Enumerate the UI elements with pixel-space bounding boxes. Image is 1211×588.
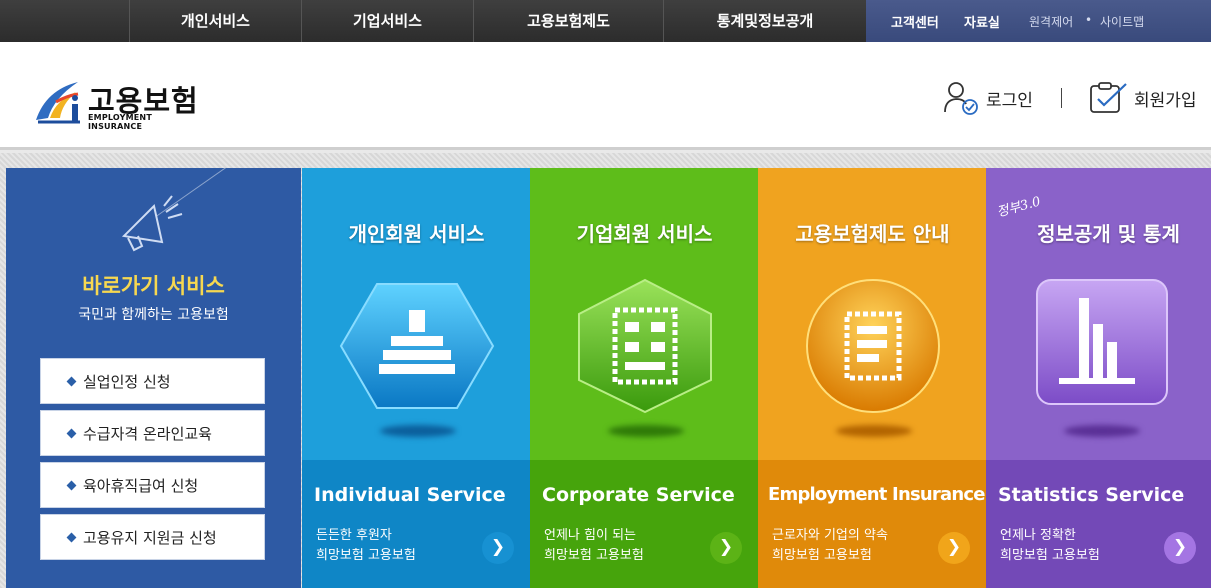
parental-leave-button[interactable]: 육아휴직급여 신청	[40, 462, 265, 508]
online-education-button[interactable]: 수급자격 온라인교육	[40, 410, 265, 456]
bar-chart-icon	[1035, 279, 1168, 405]
top-navigation: 개인서비스 기업서비스 고용보험제도 통계및정보공개 고객센터 자료실 원격제어…	[0, 0, 1211, 42]
panel-desc-line2: 희망보험 고용보험	[316, 548, 416, 563]
panel-arrow-button[interactable]: ❯	[938, 532, 970, 564]
panel-arrow-button[interactable]: ❯	[710, 532, 742, 564]
panel-desc-line1: 든든한 후원자	[316, 528, 392, 543]
panel-footer: Corporate Service 언제나 힘이 되는 희망보험 고용보험 ❯	[530, 460, 759, 588]
panel-english-title: Employment Insurance	[768, 484, 985, 505]
quick-service-panel: 바로가기 서비스 국민과 함께하는 고용보험 실업인정 신청 수급자격 온라인교…	[6, 168, 301, 588]
logo[interactable]: 고용보험 EMPLOYMENT INSURANCE	[32, 78, 202, 131]
employment-retention-button[interactable]: 고용유지 지원금 신청	[40, 514, 265, 560]
nav-statistics-info[interactable]: 통계및정보공개	[663, 0, 866, 42]
panel-arrow-button[interactable]: ❯	[1164, 532, 1196, 564]
panel-desc-line1: 근로자와 기업의 약속	[772, 528, 888, 543]
employment-insurance-panel[interactable]: 고용보험제도 안내 Employment Insurance 근로자와 기업의 …	[758, 168, 987, 588]
join-label: 회원가입	[1134, 90, 1197, 111]
person-icon	[339, 283, 494, 409]
megaphone-icon	[121, 195, 183, 252]
corporate-service-panel[interactable]: 기업회원 서비스 Corporate Service 언제나 힘이 되는 희망보…	[530, 168, 759, 588]
unemployment-certification-button[interactable]: 실업인정 신청	[40, 358, 265, 404]
nav-insurance-system[interactable]: 고용보험제도	[473, 0, 663, 42]
data-room-link[interactable]: 자료실	[964, 12, 1000, 31]
util-separator-dot: •	[1085, 13, 1093, 27]
panel-title: 정보공개 및 통계	[1037, 222, 1180, 246]
gov30-badge: 정부3.0	[995, 194, 1043, 221]
panel-english-title: Statistics Service	[998, 484, 1185, 506]
nav-corporate-service[interactable]: 기업서비스	[301, 0, 473, 42]
panel-desc-line1: 언제나 정확한	[1000, 528, 1076, 543]
logo-emblem-icon	[36, 82, 80, 124]
remote-control-link[interactable]: 원격제어	[1029, 13, 1073, 30]
button-label: 육아휴직급여 신청	[83, 476, 199, 495]
panel-footer: Employment Insurance 근로자와 기업의 약속 희망보험 고용…	[758, 460, 987, 588]
panel-title: 기업회원 서비스	[576, 222, 713, 246]
panel-arrow-button[interactable]: ❯	[482, 532, 514, 564]
sitemap-link[interactable]: 사이트맵	[1100, 13, 1144, 30]
bullet-diamond-icon	[66, 428, 77, 438]
login-label: 로그인	[986, 90, 1033, 111]
logo-subtitle: EMPLOYMENT INSURANCE	[88, 113, 152, 131]
panel-title: 개인회원 서비스	[348, 222, 485, 246]
document-icon	[805, 279, 940, 413]
panel-desc-line2: 희망보험 고용보험	[544, 548, 644, 563]
icon-shadow	[608, 425, 684, 437]
button-label: 실업인정 신청	[83, 372, 171, 391]
panel-desc-line1: 언제나 힘이 되는	[544, 528, 636, 543]
join-link[interactable]: 회원가입	[1088, 80, 1197, 116]
header-divider	[1061, 88, 1062, 108]
icon-shadow	[1064, 425, 1140, 437]
panel-footer: Statistics Service 언제나 정확한 희망보험 고용보험 ❯	[986, 460, 1211, 588]
panel-footer: Individual Service 든든한 후원자 희망보험 고용보험 ❯	[302, 460, 531, 588]
building-icon	[577, 278, 712, 414]
panel-desc-line2: 희망보험 고용보험	[1000, 548, 1100, 563]
bullet-diamond-icon	[66, 376, 77, 386]
bullet-diamond-icon	[66, 532, 77, 542]
site-header: 고용보험 EMPLOYMENT INSURANCE 로그인 회원가입	[0, 42, 1211, 150]
button-label: 고용유지 지원금 신청	[83, 528, 217, 547]
individual-service-panel[interactable]: 개인회원 서비스 Individual Service 든든한 후원자 희망보험…	[302, 168, 531, 588]
join-clipboard-icon	[1090, 82, 1127, 113]
panel-title: 고용보험제도 안내	[795, 222, 950, 246]
nav-personal-service[interactable]: 개인서비스	[129, 0, 301, 42]
icon-shadow	[836, 425, 912, 437]
button-label: 수급자격 온라인교육	[83, 424, 212, 443]
login-person-icon	[944, 82, 978, 115]
statistics-service-panel[interactable]: 정부3.0 정보공개 및 통계 Statistics Service 언제나 정…	[986, 168, 1211, 588]
quick-service-subtitle: 국민과 함께하는 고용보험	[78, 307, 229, 323]
customer-center-link[interactable]: 고객센터	[891, 12, 939, 31]
quick-service-title: 바로가기 서비스	[82, 274, 225, 298]
login-link[interactable]: 로그인	[942, 80, 1033, 116]
panel-english-title: Individual Service	[314, 484, 506, 506]
panel-english-title: Corporate Service	[542, 484, 735, 506]
panel-desc-line2: 희망보험 고용보험	[772, 548, 872, 563]
utility-menu: 고객센터 자료실 원격제어 • 사이트맵	[866, 0, 1211, 42]
bullet-diamond-icon	[66, 480, 77, 490]
icon-shadow	[380, 425, 456, 437]
